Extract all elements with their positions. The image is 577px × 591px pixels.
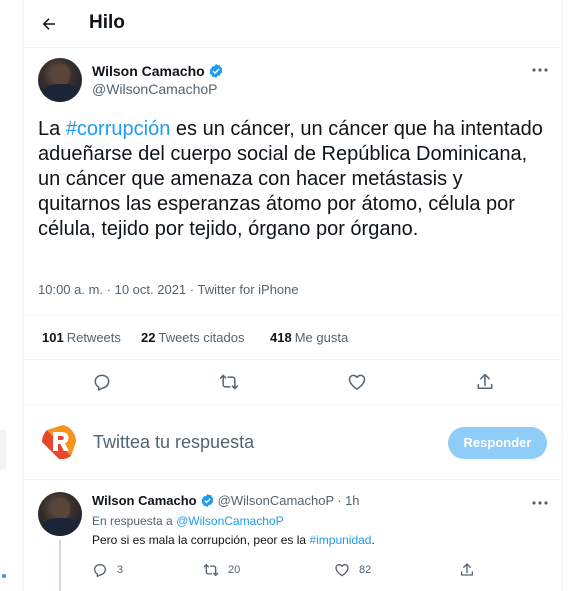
likes-count: 418 <box>270 330 292 345</box>
retweet-icon <box>203 564 219 576</box>
reply-tweet-text-start: Pero si es mala la corrupción, peor es l… <box>92 533 310 547</box>
thread-header: Hilo <box>24 0 563 48</box>
reply-composer: Twittea tu respuesta Responder <box>24 405 563 480</box>
share-icon <box>477 373 493 389</box>
reply-hashtag-link[interactable]: #impunidad <box>309 533 371 547</box>
left-edge <box>0 0 23 591</box>
reply-icon <box>94 374 110 391</box>
like-icon <box>335 564 349 577</box>
tweet-actions <box>24 360 563 405</box>
retweets-count: 101 <box>42 330 64 345</box>
reply-tweet-actions: 3 20 82 <box>92 561 532 581</box>
left-edge-shade <box>0 430 6 470</box>
share-icon <box>461 563 473 576</box>
notification-dot <box>2 574 6 578</box>
likes-label: Me gusta <box>294 330 349 345</box>
reply-tweet-header: Wilson Camacho @WilsonCamachoP · 1h <box>92 493 360 508</box>
main-tweet-author-name: Wilson Camacho <box>92 63 205 79</box>
main-tweet-author[interactable]: Wilson Camacho <box>92 63 224 79</box>
reply-icon <box>94 564 106 577</box>
verified-badge-icon <box>201 493 213 508</box>
reply-input[interactable]: Twittea tu respuesta <box>93 432 254 453</box>
reply-tweet-like-button[interactable]: 82 <box>334 561 371 579</box>
composer-avatar[interactable] <box>38 421 80 463</box>
thread-column: Hilo Wilson Camacho @WilsonCamachoP La #… <box>23 0 563 591</box>
more-icon <box>532 68 548 72</box>
quotes-stat[interactable]: 22 Tweets citados <box>141 330 244 345</box>
in-reply-to-mention[interactable]: @WilsonCamachoP <box>176 514 284 528</box>
reply-tweet-likes-count: 82 <box>359 564 372 576</box>
hashtag-link[interactable]: #corrupción <box>66 118 171 140</box>
main-tweet-text: La #corrupción es un cáncer, un cáncer q… <box>38 117 550 242</box>
main-tweet-timestamp[interactable]: 10:00 a. m. · 10 oct. 2021 · Twitter for… <box>38 282 299 297</box>
reply-tweet-more-button[interactable] <box>530 493 550 513</box>
quotes-label: Tweets citados <box>158 330 245 345</box>
main-tweet-avatar[interactable] <box>38 58 82 102</box>
reply-submit-button[interactable]: Responder <box>448 427 547 459</box>
page-title: Hilo <box>89 12 125 33</box>
tweet-stats: 101 Retweets 22 Tweets citados 418 Me gusta <box>24 315 563 360</box>
main-tweet-more-button[interactable] <box>530 60 550 80</box>
in-reply-to-label: En respuesta a <box>92 514 177 528</box>
thread-line <box>59 540 61 591</box>
reply-tweet-avatar[interactable] <box>38 492 82 536</box>
back-button[interactable] <box>34 9 64 39</box>
reply-tweet-retweets-count: 20 <box>228 564 241 576</box>
reply-tweet-share-button[interactable] <box>459 561 475 579</box>
like-button[interactable] <box>347 372 367 392</box>
main-tweet-handle[interactable]: @WilsonCamachoP <box>92 81 217 97</box>
in-reply-to: En respuesta a @WilsonCamachoP <box>92 514 284 528</box>
quotes-count: 22 <box>141 330 156 345</box>
reply-tweet-text-end: . <box>371 533 375 547</box>
retweets-label: Retweets <box>66 330 121 345</box>
r-logo-icon <box>42 425 77 460</box>
reply-tweet-reply-button[interactable]: 3 <box>92 561 123 579</box>
reply-tweet-replies-count: 3 <box>117 564 124 576</box>
reply-button[interactable] <box>92 372 112 392</box>
likes-stat[interactable]: 418 Me gusta <box>270 330 348 345</box>
reply-tweet-text: Pero si es mala la corrupción, peor es l… <box>92 533 375 547</box>
reply-tweet-author-name[interactable]: Wilson Camacho <box>92 493 197 508</box>
retweets-stat[interactable]: 101 Retweets <box>42 330 121 345</box>
reply-tweet-time[interactable]: · 1h <box>337 493 359 508</box>
share-button[interactable] <box>475 372 495 392</box>
like-icon <box>348 374 366 390</box>
reply-tweet-retweet-button[interactable]: 20 <box>203 561 240 579</box>
verified-badge-icon <box>209 64 222 78</box>
more-icon <box>532 501 548 505</box>
retweet-button[interactable] <box>219 372 239 392</box>
back-arrow-icon <box>42 18 55 30</box>
main-tweet-text-start: La <box>38 118 66 140</box>
retweet-icon <box>219 374 239 390</box>
reply-tweet-handle[interactable]: @WilsonCamachoP <box>218 493 335 508</box>
